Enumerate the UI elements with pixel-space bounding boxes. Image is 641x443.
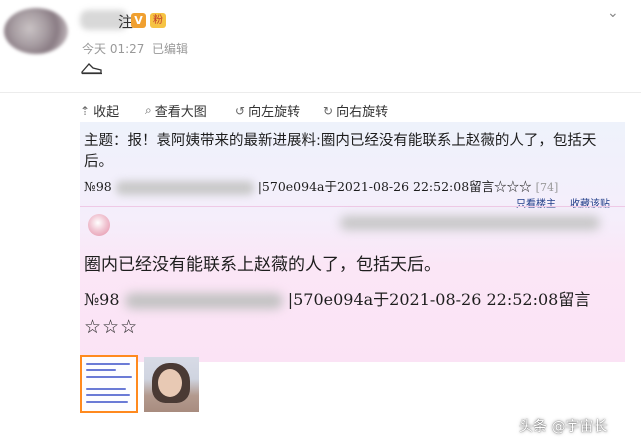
favorite-link: 收藏该贴: [570, 199, 610, 210]
divider: [80, 206, 625, 207]
floor-avatar-icon: [88, 214, 110, 236]
meta-details: |570e094a于2021-08-26 22:52:08留言: [287, 290, 591, 309]
quote-text: 圈内已经没有能联系上赵薇的人了，包括天后。: [84, 255, 441, 275]
collapse-label: 收起: [93, 105, 120, 120]
edited-label[interactable]: 已编辑: [152, 40, 188, 57]
rotate-right-label: 向右旋转: [336, 105, 389, 120]
rotate-left-label: 向左旋转: [248, 105, 301, 120]
blurred-username: [115, 180, 254, 195]
view-large-label: 查看大图: [154, 105, 207, 120]
avatar[interactable]: [4, 8, 68, 54]
collapse-button[interactable]: ⇡ 收起: [80, 101, 120, 121]
chevron-down-icon[interactable]: ⌄: [607, 5, 619, 21]
meta-details: |570e094a于2021-08-26 22:52:08留言☆☆☆: [257, 179, 532, 194]
source-icon: [81, 63, 102, 75]
star-rating: ☆☆☆: [84, 316, 139, 338]
divider: [0, 92, 641, 93]
rotate-right-icon: ↻: [323, 103, 334, 118]
reply-count: [74]: [535, 181, 559, 194]
search-icon: ⌕: [145, 103, 152, 117]
thumbnail-photo[interactable]: [144, 357, 199, 412]
blurred-username: [124, 292, 283, 309]
thumbnail-selected[interactable]: [80, 355, 138, 413]
vip-badge-icon: V: [131, 13, 146, 28]
meta-line-small: №98 |570e094a于2021-08-26 22:52:08留言☆☆☆ […: [84, 176, 558, 195]
view-large-button[interactable]: ⌕ 查看大图: [145, 101, 207, 120]
floor-number: №98: [84, 290, 120, 309]
watermark: 头条 @宇宙长: [519, 419, 608, 435]
floor-number: №98: [84, 179, 112, 194]
topic-text: 主题：报！袁阿姨带来的最新进展料:圈内已经没有能联系上赵薇的人了，包括天后。: [84, 133, 597, 170]
rotate-left-icon: ↺: [235, 103, 246, 118]
meta-line-large: №98 |570e094a于2021-08-26 22:52:08留言: [84, 286, 590, 310]
rotate-right-button[interactable]: ↻ 向右旋转: [323, 101, 389, 121]
only-op-link: 只看楼主: [516, 199, 556, 210]
blurred-text: [340, 216, 600, 230]
fan-badge-icon: 粉: [150, 13, 166, 28]
arrow-up-icon: ⇡: [80, 103, 91, 118]
post-time: 今天 01:27: [82, 42, 145, 56]
rotate-left-button[interactable]: ↺ 向左旋转: [235, 101, 301, 121]
